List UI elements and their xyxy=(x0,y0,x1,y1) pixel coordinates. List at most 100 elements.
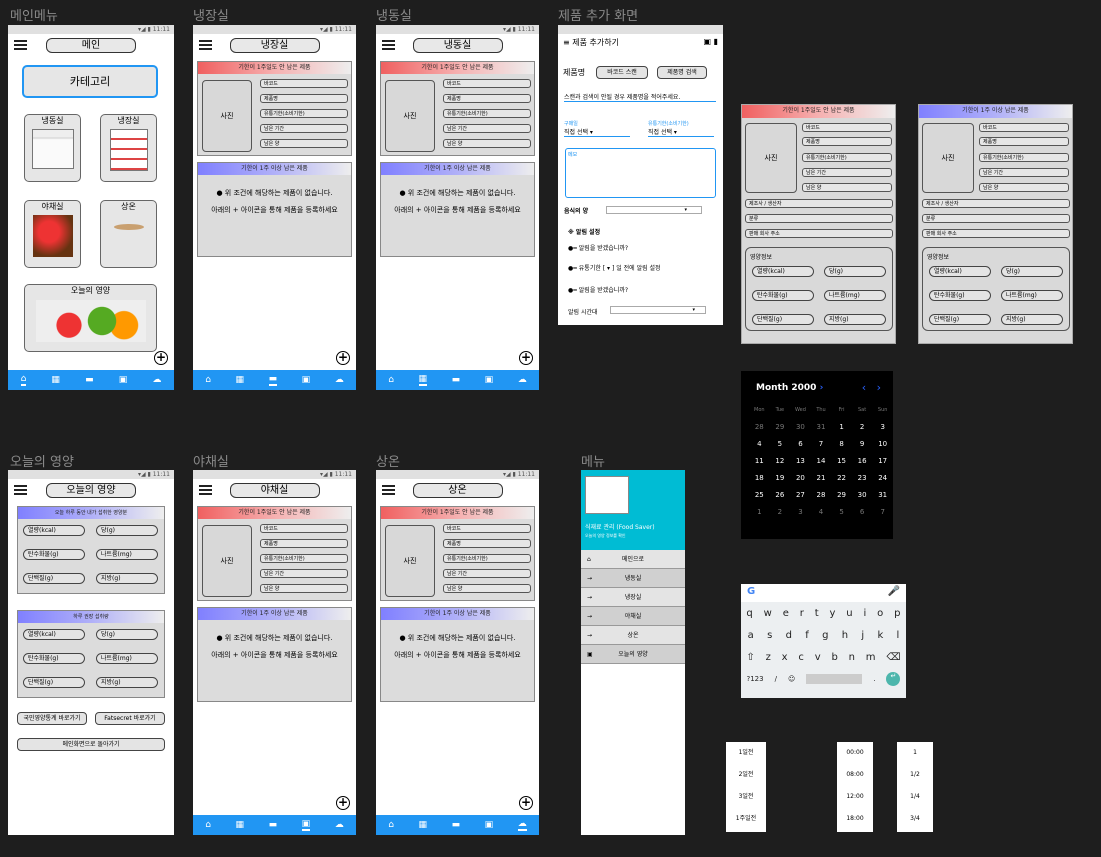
hamburger-icon[interactable] xyxy=(199,40,212,52)
grid-icon[interactable]: ▦ xyxy=(236,375,245,385)
hamburger-icon[interactable] xyxy=(199,485,212,497)
drawer-item[interactable]: → 상온 xyxy=(581,626,685,645)
veg-tile[interactable]: 야채실 xyxy=(24,200,81,268)
emoji-icon[interactable]: ☺ xyxy=(788,675,795,683)
fridge-tile[interactable]: 냉장실 xyxy=(100,114,157,182)
cloud-icon[interactable]: ☁ xyxy=(335,820,344,830)
calendar-day[interactable]: 28 xyxy=(749,418,770,435)
calendar-day[interactable]: 7 xyxy=(811,435,832,452)
key[interactable]: d xyxy=(786,630,792,641)
toggle-icon[interactable]: ●━ xyxy=(568,245,577,252)
key[interactable]: g xyxy=(822,630,828,641)
memo-input[interactable]: 메모 xyxy=(565,148,716,198)
national-stats-button[interactable]: 국민영양통계 바로가기 xyxy=(17,712,87,725)
book-icon[interactable]: ▣ xyxy=(485,375,494,385)
picker-option[interactable]: 3/4 xyxy=(897,808,933,830)
next-month-icon[interactable]: › xyxy=(877,381,881,394)
home-icon[interactable]: ⌂ xyxy=(20,374,27,386)
drawer-item[interactable]: → 냉동실 xyxy=(581,569,685,588)
calendar-day[interactable]: 6 xyxy=(790,435,811,452)
home-icon[interactable]: ⌂ xyxy=(388,820,394,830)
calendar-day[interactable]: 7 xyxy=(872,503,893,520)
chat-icon[interactable]: ▬ xyxy=(269,820,278,830)
calendar-day[interactable]: 26 xyxy=(770,486,791,503)
key[interactable]: s xyxy=(767,630,772,641)
home-icon[interactable]: ⌂ xyxy=(205,375,211,385)
chat-icon[interactable]: ▬ xyxy=(452,375,461,385)
calendar-day[interactable]: 2 xyxy=(852,418,873,435)
calendar-day[interactable]: 4 xyxy=(811,503,832,520)
nutrition-tile[interactable]: 오늘의 영양 xyxy=(24,284,157,352)
key[interactable]: p xyxy=(894,608,900,619)
calendar-day[interactable]: 22 xyxy=(831,469,852,486)
calendar-day[interactable]: 31 xyxy=(811,418,832,435)
key[interactable]: a xyxy=(748,630,754,641)
calendar-day[interactable]: 14 xyxy=(811,452,832,469)
picker-option[interactable]: 1 xyxy=(897,742,933,764)
toggle-icon[interactable]: ●━ xyxy=(568,265,577,272)
key[interactable]: k xyxy=(877,630,883,641)
drawer-item[interactable]: ▣ 오늘의 영양 xyxy=(581,645,685,664)
prev-month-icon[interactable]: ‹ xyxy=(862,381,866,394)
hamburger-icon[interactable] xyxy=(14,485,27,497)
picker-option[interactable]: 1/4 xyxy=(897,786,933,808)
freezer-tile[interactable]: 냉동실 xyxy=(24,114,81,182)
key[interactable]: l xyxy=(897,630,900,641)
calendar-day[interactable]: 3 xyxy=(790,503,811,520)
calendar-day[interactable]: 19 xyxy=(770,469,791,486)
key[interactable]: b xyxy=(831,652,837,663)
calendar-day[interactable]: 2 xyxy=(770,503,791,520)
calendar-day[interactable]: 30 xyxy=(852,486,873,503)
calendar-day[interactable]: 17 xyxy=(872,452,893,469)
key[interactable]: z xyxy=(766,652,771,663)
calendar-day[interactable]: 8 xyxy=(831,435,852,452)
key[interactable]: j xyxy=(861,630,864,641)
toggle-icon[interactable]: ●━ xyxy=(568,287,577,294)
cloud-icon[interactable]: ☁ xyxy=(335,375,344,385)
key[interactable]: e xyxy=(783,608,789,619)
calendar-day[interactable]: 31 xyxy=(872,486,893,503)
key[interactable]: q xyxy=(746,608,752,619)
picker-option[interactable]: 18:00 xyxy=(837,808,873,830)
alarm-row-3[interactable]: ●━ 알림을 받겠습니까? xyxy=(568,285,628,294)
alarm-row-1[interactable]: ●━ 알림을 받겠습니까? xyxy=(568,243,628,252)
chat-icon[interactable]: ▬ xyxy=(85,375,94,385)
enter-icon[interactable]: ↵ xyxy=(886,672,901,686)
shift-icon[interactable]: ⇧ xyxy=(746,652,754,663)
calendar-day[interactable]: 1 xyxy=(749,503,770,520)
backspace-icon[interactable]: ⌫ xyxy=(886,652,900,663)
calendar-day[interactable]: 16 xyxy=(852,452,873,469)
add-icon[interactable]: + xyxy=(336,351,350,365)
chat-icon[interactable]: ▬ xyxy=(452,820,461,830)
key[interactable]: m xyxy=(866,652,876,663)
back-to-main-button[interactable]: 메인화면으로 돌아가기 xyxy=(17,738,165,751)
calendar-day[interactable]: 10 xyxy=(872,435,893,452)
calendar-day[interactable]: 12 xyxy=(770,452,791,469)
book-icon[interactable]: ▣ xyxy=(119,375,128,385)
calendar-day[interactable]: 15 xyxy=(831,452,852,469)
calendar-day[interactable]: 1 xyxy=(831,418,852,435)
key[interactable]: r xyxy=(800,608,804,619)
calendar-day[interactable]: 5 xyxy=(770,435,791,452)
add-icon[interactable]: + xyxy=(154,351,168,365)
calendar-title[interactable]: Month 2000 › xyxy=(756,383,823,393)
name-input[interactable]: 스캔과 검색이 안될 경우 제품명을 적어주세요. xyxy=(564,92,716,102)
calendar-day[interactable]: 11 xyxy=(749,452,770,469)
picker-option[interactable]: 1일전 xyxy=(726,742,766,764)
grid-icon[interactable]: ▦ xyxy=(51,375,60,385)
space-key[interactable] xyxy=(806,674,863,684)
calendar-day[interactable]: 3 xyxy=(872,418,893,435)
key[interactable]: f xyxy=(805,630,809,641)
save-icon[interactable]: ▣ xyxy=(703,37,711,46)
fatsecret-button[interactable]: Fatsecret 바로가기 xyxy=(95,712,165,725)
cloud-icon[interactable]: ☁ xyxy=(517,819,527,831)
picker-option[interactable]: 1주일전 xyxy=(726,808,766,830)
calendar-day[interactable]: 27 xyxy=(790,486,811,503)
calendar-day[interactable]: 23 xyxy=(852,469,873,486)
picker-option[interactable]: 00:00 xyxy=(837,742,873,764)
google-icon[interactable]: G xyxy=(747,586,755,600)
book-icon[interactable]: ▣ xyxy=(485,820,494,830)
grid-icon[interactable]: ▦ xyxy=(419,820,428,830)
key[interactable]: n xyxy=(849,652,855,663)
book-icon[interactable]: ▣ xyxy=(302,375,311,385)
